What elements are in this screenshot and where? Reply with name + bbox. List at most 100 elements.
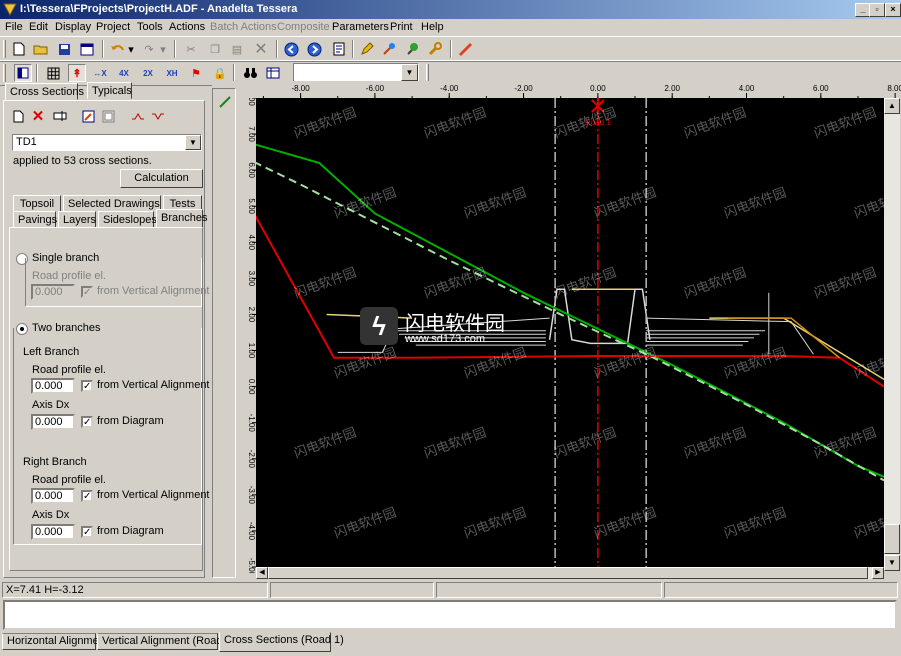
zoom-4x-icon[interactable]: 4X: [115, 64, 133, 82]
tab-sideslopes[interactable]: Sideslopes: [98, 211, 157, 228]
binoculars-icon[interactable]: [241, 64, 259, 82]
left-from-va-checkbox[interactable]: ✓: [81, 380, 93, 392]
report-icon[interactable]: [330, 40, 348, 58]
right-axis-dx-field[interactable]: 0.000: [31, 524, 75, 540]
app-icon: [3, 3, 17, 16]
watermark-tile: 闪电软件园: [812, 264, 878, 300]
tab-typicals[interactable]: Typicals: [87, 82, 132, 99]
watermark-tile: 闪电软件园: [592, 184, 658, 220]
line-tool-icon[interactable]: [216, 93, 234, 111]
scroll-right-icon[interactable]: ▶: [872, 567, 884, 579]
undo-icon[interactable]: [108, 40, 126, 58]
menu-tools[interactable]: Tools: [137, 21, 163, 33]
scroll-left-icon[interactable]: ◀: [256, 567, 268, 579]
tab-cross-sections-road[interactable]: Cross Sections (Road 1): [219, 632, 344, 652]
right-from-va-checkbox[interactable]: ✓: [81, 490, 93, 502]
watermark-tile: 闪电软件园: [422, 264, 488, 300]
tab-branches[interactable]: Branches: [156, 209, 207, 228]
calculation-button[interactable]: Calculation: [120, 169, 203, 188]
flag-icon[interactable]: ⚑: [187, 64, 205, 82]
menu-help[interactable]: Help: [421, 21, 444, 33]
right-road-profile-label: Road profile el.: [32, 474, 106, 486]
tab-layers[interactable]: Layers: [58, 211, 96, 228]
chevron-down-icon[interactable]: ▼: [185, 135, 201, 150]
right-from-diagram-checkbox[interactable]: ✓: [81, 526, 93, 538]
vertical-scroll-thumb[interactable]: [884, 524, 900, 554]
y-tick-label: 8.00: [247, 98, 256, 106]
tab-pavings[interactable]: Pavings: [13, 211, 57, 228]
toolbar-separator: [102, 40, 104, 58]
navigate-back-icon[interactable]: [282, 40, 300, 58]
menu-display[interactable]: Display: [55, 21, 91, 33]
single-from-va-label: from Vertical Alignment: [97, 285, 210, 297]
section-shape-alt-icon[interactable]: [149, 107, 167, 125]
lock-icon[interactable]: 🔒: [211, 64, 229, 82]
right-road-profile-field[interactable]: 0.000: [31, 488, 75, 504]
grid-icon[interactable]: [44, 64, 62, 82]
tab-vertical-alignment[interactable]: Vertical Alignment (Road 1): [97, 633, 235, 650]
horizontal-scroll-thumb[interactable]: [268, 567, 868, 579]
new-file-icon[interactable]: [10, 40, 28, 58]
properties-icon[interactable]: [78, 40, 96, 58]
edit-tool-icon[interactable]: [380, 40, 398, 58]
left-axis-dx-field[interactable]: 0.000: [31, 414, 75, 430]
watermark-title: 闪电软件园: [405, 313, 505, 335]
toolbar-grip[interactable]: [426, 64, 429, 82]
horizontal-scrollbar[interactable]: ◀ ▶: [256, 567, 884, 579]
navigate-forward-icon[interactable]: [305, 40, 323, 58]
left-road-profile-field[interactable]: 0.000: [31, 378, 75, 394]
scroll-up-icon[interactable]: ▲: [884, 98, 900, 114]
zoom-2x-icon[interactable]: 2X: [139, 64, 157, 82]
tab-cross-sections[interactable]: Cross Sections: [5, 83, 84, 100]
toolbar-grip[interactable]: [3, 40, 6, 58]
status-bar: X=7.41 H=-3.12: [0, 582, 901, 598]
layer-select[interactable]: ▼: [293, 63, 419, 82]
chevron-down-icon[interactable]: ▼: [401, 64, 418, 81]
typical-select-value: TD1: [16, 136, 37, 148]
tab-topsoil[interactable]: Topsoil: [13, 195, 61, 212]
pencil-icon[interactable]: [358, 40, 376, 58]
panel-toggle-icon[interactable]: [14, 64, 32, 82]
wrench-icon[interactable]: [426, 40, 444, 58]
left-from-diagram-checkbox[interactable]: ✓: [81, 416, 93, 428]
cross-section-canvas[interactable]: Road 1闪电软件园 闪电软件园 闪电软件园 闪电软件园 闪电软件园闪电软件园 闪电软件…: [256, 98, 884, 567]
y-tick-label: 0.00: [247, 379, 256, 395]
menu-project[interactable]: Project: [96, 21, 130, 33]
delete-typical-icon[interactable]: ✕: [29, 107, 47, 125]
title-bar: I:\Tessera\FProjects\ProjectH.ADF - Anad…: [0, 0, 901, 19]
copy-typical-icon[interactable]: [99, 107, 117, 125]
maximize-button[interactable]: ▫: [869, 3, 885, 17]
window-title: I:\Tessera\FProjects\ProjectH.ADF - Anad…: [20, 3, 298, 15]
tab-horizontal-alignment[interactable]: Horizontal Alignment: [2, 633, 108, 650]
menu-parameters[interactable]: Parameters: [332, 21, 389, 33]
message-box[interactable]: [3, 600, 897, 630]
watermark-tile: 闪电软件园: [292, 104, 358, 140]
axis-marker-icon[interactable]: ↟: [68, 64, 86, 82]
scroll-down-icon[interactable]: ▼: [884, 555, 900, 571]
toolbar-grip[interactable]: [3, 64, 6, 82]
y-tick-label: -1.00: [247, 414, 256, 433]
menu-file[interactable]: File: [5, 21, 23, 33]
section-shape-icon[interactable]: [129, 107, 147, 125]
pin-tool-icon[interactable]: [403, 40, 421, 58]
x-ruler-bg: [256, 81, 901, 98]
ruler-icon[interactable]: [456, 40, 474, 58]
typical-select[interactable]: TD1 ▼: [12, 134, 202, 151]
watermark-tile: 闪电软件园: [682, 104, 748, 140]
edit-typical-icon[interactable]: [79, 107, 97, 125]
undo-dropdown-icon[interactable]: ▾: [126, 40, 136, 58]
new-typical-icon[interactable]: [9, 107, 27, 125]
menu-print[interactable]: Print: [390, 21, 413, 33]
zoom-x-icon[interactable]: ↔X: [91, 64, 109, 82]
menu-actions[interactable]: Actions: [169, 21, 205, 33]
zoom-xh-icon[interactable]: XH: [163, 64, 181, 82]
tab-selected-drawings[interactable]: Selected Drawings: [63, 195, 161, 212]
vertical-scrollbar[interactable]: ▲ ▼: [884, 98, 900, 571]
save-icon[interactable]: [55, 40, 73, 58]
close-button[interactable]: ×: [885, 3, 901, 17]
open-folder-icon[interactable]: [32, 40, 50, 58]
right-axis-dx-label: Axis Dx: [32, 509, 70, 521]
table-icon[interactable]: [264, 64, 282, 82]
rename-typical-icon[interactable]: [51, 107, 69, 125]
menu-edit[interactable]: Edit: [29, 21, 48, 33]
